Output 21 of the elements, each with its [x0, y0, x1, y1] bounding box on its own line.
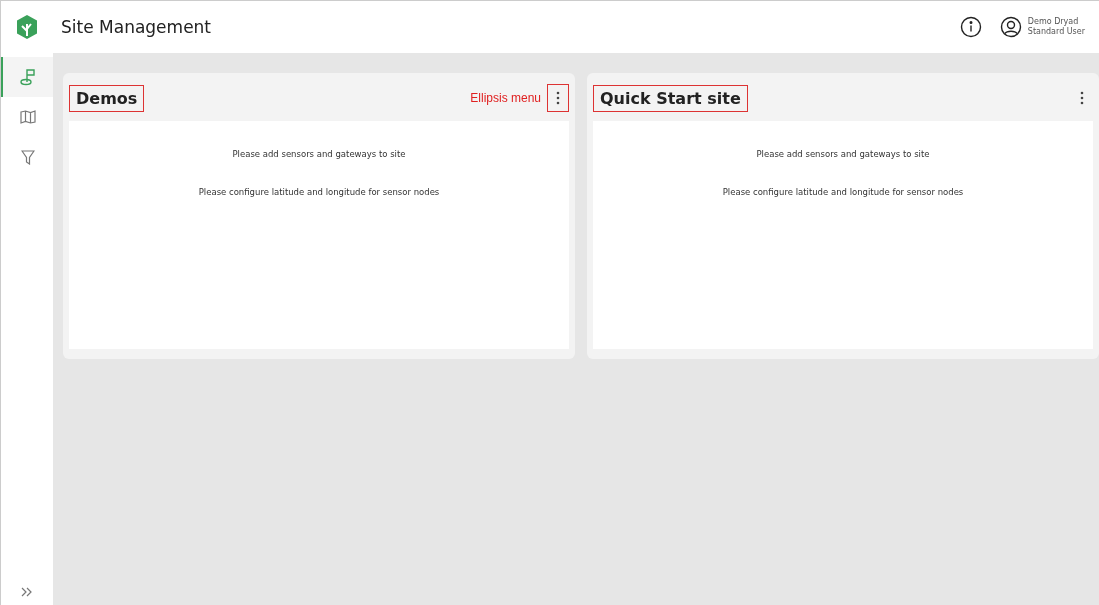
ellipsis-icon — [1080, 91, 1084, 105]
flag-icon — [19, 68, 37, 86]
site-title: Demos — [69, 84, 145, 112]
status-message: Please add sensors and gateways to site — [232, 149, 406, 159]
nav-item[interactable] — [1, 57, 53, 97]
status-message: Please configure latitude and longitude for sensor nodes — [722, 187, 964, 197]
user-name: Demo Dryad — [1027, 17, 1080, 27]
status-message: Please configure latitude and longitude for sensor nodes — [198, 187, 440, 197]
ellipsis-menu-button[interactable] — [547, 84, 569, 112]
page-title: Site Management — [61, 17, 213, 37]
user-avatar-icon[interactable] — [999, 16, 1022, 38]
info-icon[interactable] — [959, 16, 982, 38]
map-icon — [20, 110, 36, 124]
filter-icon — [21, 149, 35, 165]
expand-icon[interactable] — [21, 587, 33, 597]
site-title: Quick Start site — [593, 84, 748, 112]
annotation-label: Ellipsis menu — [470, 91, 541, 105]
user-role: Standard User — [1027, 27, 1085, 37]
ellipsis-icon — [556, 91, 560, 105]
status-message: Please add sensors and gateways to site — [756, 149, 930, 159]
leaf-logo-icon — [15, 14, 39, 40]
